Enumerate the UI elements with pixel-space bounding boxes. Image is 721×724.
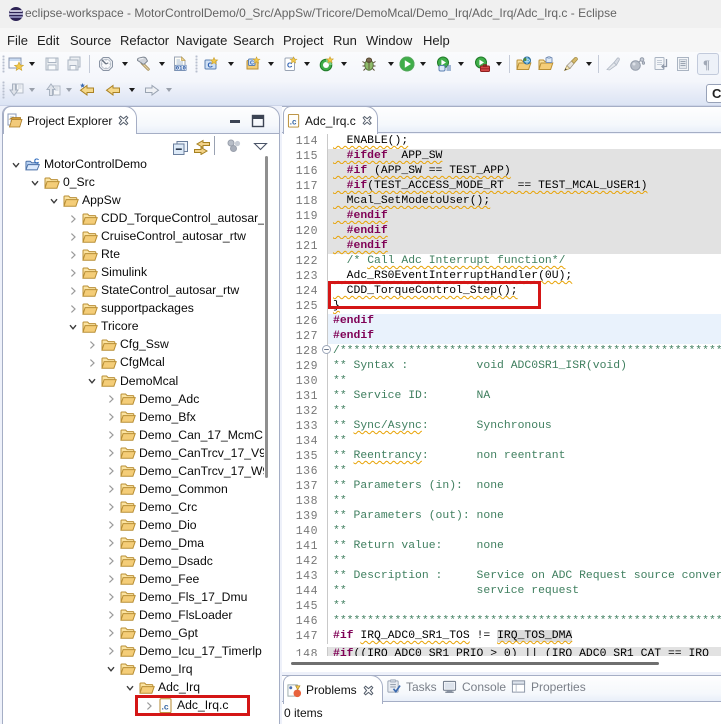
svg-text:C: C — [250, 61, 254, 67]
svg-text:C: C — [34, 158, 39, 165]
svg-text:.c: .c — [290, 117, 297, 126]
svg-text:010: 010 — [176, 65, 187, 72]
svg-text:¶: ¶ — [703, 57, 710, 72]
